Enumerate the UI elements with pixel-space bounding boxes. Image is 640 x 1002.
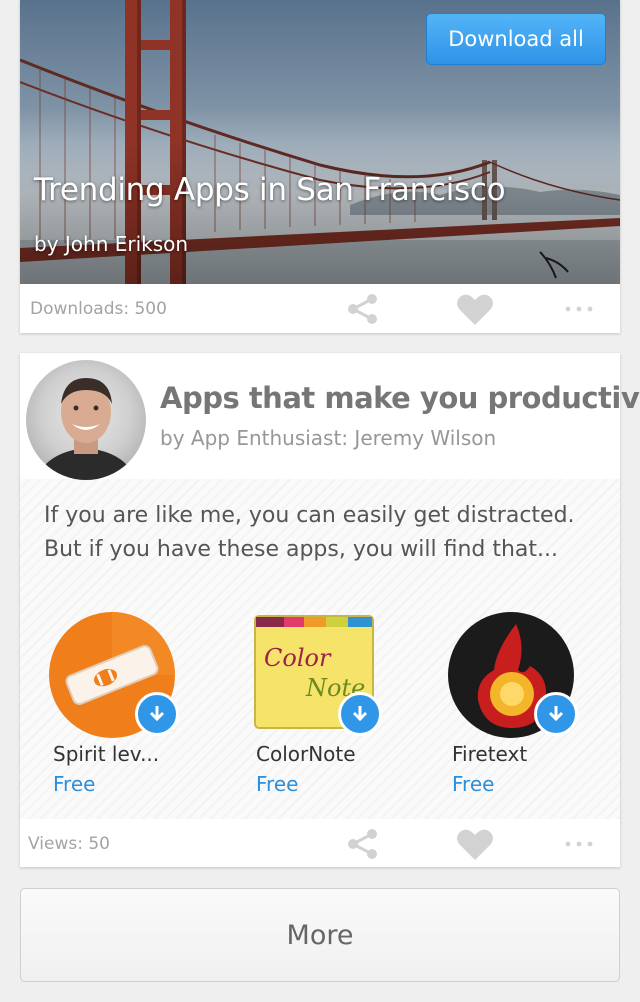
heart-icon[interactable]	[456, 827, 494, 861]
author-avatar[interactable]	[26, 360, 146, 480]
more-button[interactable]: More	[20, 888, 620, 982]
collection-author[interactable]: by John Erikson	[34, 232, 188, 256]
hero-image[interactable]: Trending Apps in San Francisco by John E…	[20, 0, 620, 284]
app-tile[interactable]: Color Note ColorNote Free	[250, 610, 420, 810]
download-all-button[interactable]: Download all	[426, 13, 606, 65]
collection-title[interactable]: Trending Apps in San Francisco	[34, 172, 506, 208]
app-name[interactable]: Firetext	[452, 742, 527, 766]
person-portrait-image	[36, 378, 136, 480]
download-arrow-icon[interactable]	[338, 692, 382, 736]
hero-gradient-overlay	[20, 144, 620, 284]
collection-author[interactable]: by App Enthusiast: Jeremy Wilson	[160, 426, 496, 450]
more-dots-icon[interactable]	[565, 306, 593, 312]
app-price[interactable]: Free	[256, 772, 298, 796]
app-price[interactable]: Free	[452, 772, 494, 796]
curated-collection-card[interactable]: Apps that make you productive by App Ent…	[20, 353, 640, 867]
app-tile[interactable]: Spirit lev... Free	[47, 610, 217, 810]
views-count: Views: 50	[28, 834, 110, 854]
app-name[interactable]: Spirit lev...	[53, 742, 159, 766]
card-footer: Downloads: 500	[20, 284, 620, 332]
app-name[interactable]: ColorNote	[256, 742, 356, 766]
collection-description: If you are like me, you can easily get d…	[44, 503, 575, 562]
colornote-logo-text-top: Color	[264, 644, 332, 672]
downloads-count: Downloads: 500	[30, 299, 167, 319]
card-footer: Views: 50	[20, 819, 620, 867]
share-icon[interactable]	[346, 293, 380, 325]
more-dots-icon[interactable]	[565, 841, 593, 847]
app-price[interactable]: Free	[53, 772, 95, 796]
app-tile[interactable]: Firetext Free	[446, 610, 616, 810]
featured-collection-card[interactable]: Trending Apps in San Francisco by John E…	[20, 0, 620, 333]
download-arrow-icon[interactable]	[135, 692, 179, 736]
heart-icon[interactable]	[456, 292, 494, 326]
download-arrow-icon[interactable]	[534, 692, 578, 736]
collection-title[interactable]: Apps that make you productive	[160, 381, 640, 415]
share-icon[interactable]	[346, 828, 380, 860]
